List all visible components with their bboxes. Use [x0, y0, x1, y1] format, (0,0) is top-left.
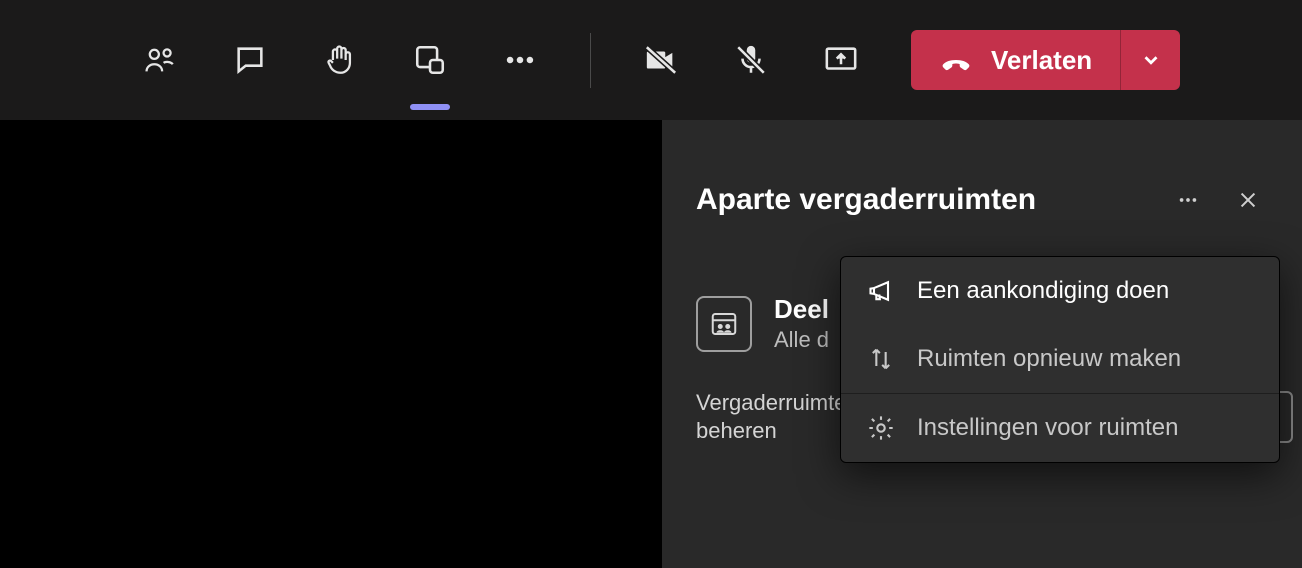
mic-toggle-button[interactable]	[731, 40, 771, 80]
ellipsis-icon	[1177, 189, 1199, 211]
toolbar-divider	[590, 33, 591, 88]
menu-recreate-label: Ruimten opnieuw maken	[917, 345, 1181, 373]
menu-announce[interactable]: Een aankondiging doen	[841, 257, 1279, 325]
hangup-icon	[939, 43, 973, 77]
share-screen-button[interactable]	[821, 40, 861, 80]
assign-title: Deel	[774, 294, 829, 325]
video-stage	[0, 120, 662, 568]
panel-header: Aparte vergaderruimten	[662, 150, 1302, 250]
breakout-rooms-button[interactable]	[410, 40, 450, 80]
hand-icon	[323, 43, 357, 77]
panel-close-button[interactable]	[1228, 180, 1268, 220]
participants-button[interactable]	[140, 40, 180, 80]
toolbar-left-group	[140, 40, 540, 80]
meeting-toolbar: Verlaten	[0, 0, 1302, 120]
chat-button[interactable]	[230, 40, 270, 80]
mic-off-icon	[734, 43, 768, 77]
rooms-options-menu: Een aankondiging doen Ruimten opnieuw ma…	[840, 256, 1280, 463]
toolbar-right-group	[641, 40, 861, 80]
ellipsis-icon	[503, 43, 537, 77]
rooms-icon	[413, 43, 447, 77]
people-icon	[143, 43, 177, 77]
leave-button-group: Verlaten	[911, 30, 1180, 90]
calendar-people-icon	[696, 296, 752, 352]
assign-subtitle: Alle d	[774, 327, 829, 353]
leave-options-button[interactable]	[1120, 30, 1180, 90]
chevron-down-icon	[1140, 49, 1162, 71]
menu-recreate[interactable]: Ruimten opnieuw maken	[841, 325, 1279, 393]
chat-icon	[233, 43, 267, 77]
share-icon	[824, 43, 858, 77]
camera-off-icon	[644, 43, 678, 77]
camera-toggle-button[interactable]	[641, 40, 681, 80]
panel-more-button[interactable]	[1168, 180, 1208, 220]
menu-settings-label: Instellingen voor ruimten	[917, 414, 1178, 442]
menu-settings[interactable]: Instellingen voor ruimten	[841, 394, 1279, 462]
leave-label: Verlaten	[991, 45, 1092, 76]
raise-hand-button[interactable]	[320, 40, 360, 80]
panel-title: Aparte vergaderruimten	[696, 183, 1148, 217]
megaphone-icon	[867, 277, 895, 305]
gear-icon	[867, 414, 895, 442]
leave-button[interactable]: Verlaten	[911, 30, 1120, 90]
menu-announce-label: Een aankondiging doen	[917, 277, 1169, 305]
assign-text: Deel Alle d	[774, 294, 829, 353]
swap-icon	[867, 345, 895, 373]
more-actions-button[interactable]	[500, 40, 540, 80]
close-icon	[1237, 189, 1259, 211]
